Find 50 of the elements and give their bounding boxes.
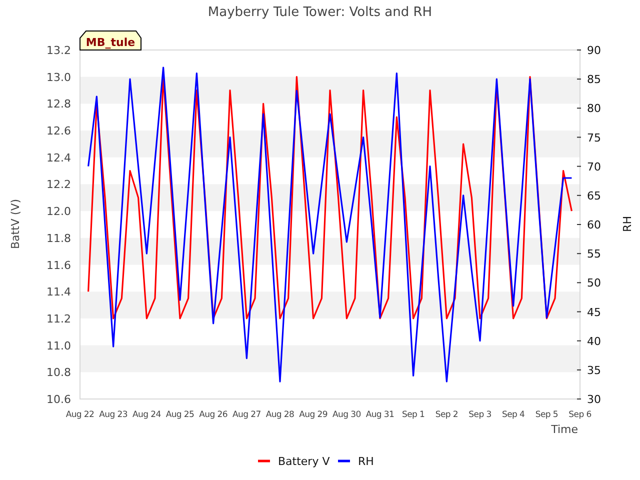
y-tick-label: 11.6 — [46, 258, 71, 272]
y-tick-label: 13.2 — [46, 44, 71, 57]
x-tick-label: Sep 1 — [402, 410, 425, 420]
y-tick-label: 13.0 — [46, 70, 71, 84]
y-tick-label: 12.8 — [46, 98, 71, 111]
y-tick-label: 12.0 — [46, 205, 71, 218]
legend-label: RH — [358, 455, 374, 468]
x-tick-label: Sep 4 — [502, 410, 525, 420]
x-tick-label: Aug 22 — [66, 410, 94, 420]
y2-axis-title: RH — [621, 216, 634, 232]
y-tick-label: 12.6 — [46, 124, 71, 138]
x-axis-title: Time — [551, 423, 578, 436]
y2-tick-label: 90 — [587, 44, 601, 57]
chart-title: Mayberry Tule Tower: Volts and RH — [208, 5, 432, 20]
x-tick-label: Aug 23 — [99, 410, 128, 420]
y2-tick-label: 35 — [587, 364, 601, 377]
x-tick-label: Aug 28 — [266, 410, 294, 420]
y-tick-label: 12.2 — [46, 178, 71, 192]
y-tick-label: 11.2 — [46, 312, 71, 326]
y2-tick-label: 80 — [587, 102, 601, 116]
x-tick-label: Aug 26 — [199, 410, 228, 420]
x-tick-label: Sep 5 — [535, 410, 558, 420]
y-tick-label: 10.6 — [46, 393, 71, 406]
x-tick-label: Aug 24 — [132, 410, 161, 420]
y-tick-label: 12.4 — [46, 151, 71, 164]
x-tick-label: Aug 31 — [366, 410, 394, 420]
y-tick-label: 10.8 — [46, 366, 71, 380]
x-tick-label: Sep 2 — [435, 410, 458, 420]
x-tick-label: Aug 29 — [299, 410, 328, 420]
y2-tick-label: 40 — [587, 334, 601, 348]
y-tick-label: 11.0 — [46, 339, 71, 352]
y2-tick-label: 70 — [587, 160, 601, 174]
y2-tick-label: 60 — [587, 218, 601, 232]
y-tick-label: 11.4 — [46, 286, 71, 299]
x-tick-label: Aug 27 — [232, 410, 261, 420]
x-tick-label: Sep 6 — [568, 410, 592, 420]
y-tick-label: 11.8 — [46, 232, 71, 245]
y-axis-title: BattV (V) — [9, 198, 22, 250]
y2-tick-label: 65 — [587, 189, 601, 202]
y2-tick-label: 50 — [587, 276, 601, 290]
x-tick-label: Sep 3 — [468, 410, 492, 420]
legend-label: Battery V — [278, 455, 330, 468]
y2-tick-label: 30 — [587, 393, 601, 406]
y2-tick-label: 55 — [587, 248, 601, 261]
y2-tick-label: 45 — [587, 306, 601, 319]
x-tick-label: Aug 25 — [166, 410, 194, 420]
x-tick-label: Aug 30 — [332, 410, 361, 420]
y2-tick-label: 75 — [587, 131, 601, 144]
y2-tick-label: 85 — [587, 73, 601, 86]
station-tag: MB_tule — [80, 30, 142, 50]
